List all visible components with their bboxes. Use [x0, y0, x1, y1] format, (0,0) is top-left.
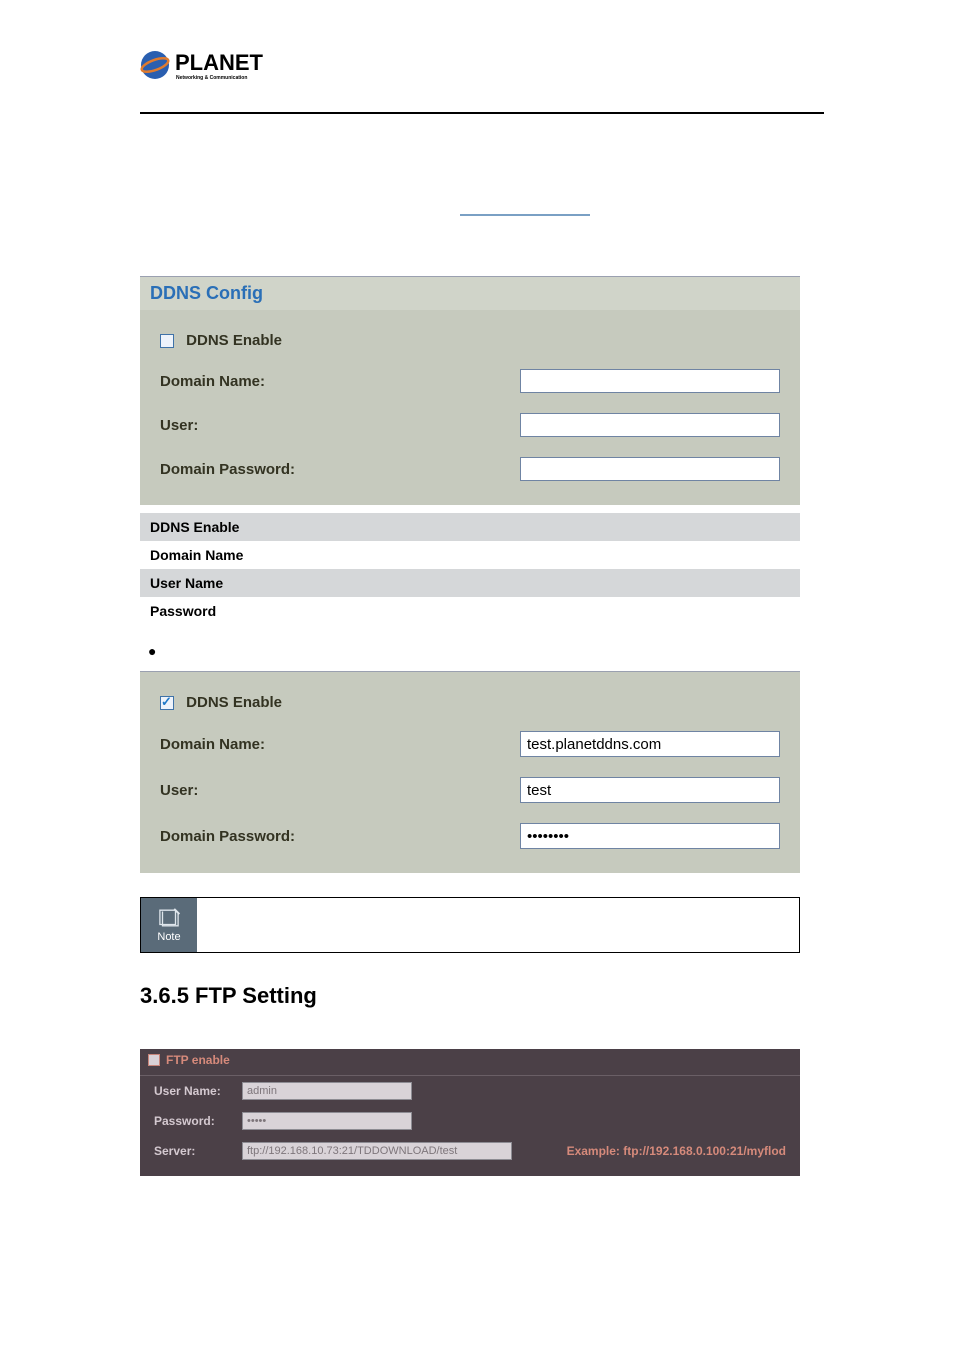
divider-top	[140, 112, 824, 114]
ddns-config-title: DDNS Config	[140, 276, 800, 310]
brand-logo: PLANET Networking & Communication	[140, 40, 824, 90]
ftp-server-input[interactable]	[242, 1142, 512, 1160]
note-label: Note	[157, 931, 180, 943]
domain-name-label-2: Domain Name:	[160, 736, 265, 753]
domain-name-input-2[interactable]	[520, 731, 780, 757]
domain-password-input[interactable]	[520, 457, 780, 481]
user-label: User:	[160, 417, 198, 434]
bullet-point: ●	[148, 643, 824, 659]
ftp-password-input[interactable]	[242, 1112, 412, 1130]
domain-name-label: Domain Name:	[160, 373, 265, 390]
ftp-user-label: User Name:	[154, 1084, 224, 1098]
ftp-user-input[interactable]	[242, 1082, 412, 1100]
ddns-enable-checkbox[interactable]	[160, 334, 174, 348]
domain-password-input-2[interactable]	[520, 823, 780, 849]
svg-text:Networking & Communication: Networking & Communication	[176, 75, 247, 81]
ddns-config-panel: DDNS Config DDNS Enable Domain Name: Use…	[140, 276, 800, 505]
ftp-enable-label: FTP enable	[166, 1053, 230, 1067]
ftp-example-text: Example: ftp://192.168.0.100:21/myflod	[567, 1144, 786, 1158]
user-input-2[interactable]	[520, 777, 780, 803]
ddns-enable-label: DDNS Enable	[186, 332, 282, 349]
ddns-description-table: DDNS Enable Domain Name User Name Passwo…	[140, 513, 800, 625]
desc-ddns-enable: DDNS Enable	[140, 513, 800, 541]
ddns-example-panel: DDNS Enable Domain Name: User: Domain Pa…	[140, 671, 800, 873]
desc-password: Password	[140, 597, 800, 625]
ftp-password-label: Password:	[154, 1114, 224, 1128]
ftp-enable-checkbox[interactable]	[148, 1054, 160, 1066]
note-box: Note	[140, 897, 800, 953]
ftp-panel: FTP enable User Name: Password: Server: …	[140, 1049, 800, 1176]
note-icon: Note	[141, 898, 197, 952]
user-label-2: User:	[160, 782, 198, 799]
domain-password-label-2: Domain Password:	[160, 828, 295, 845]
user-input[interactable]	[520, 413, 780, 437]
ddns-enable-checkbox-checked[interactable]	[160, 696, 174, 710]
ftp-server-label: Server:	[154, 1144, 224, 1158]
svg-text:PLANET: PLANET	[175, 50, 264, 75]
desc-domain-name: Domain Name	[140, 541, 800, 569]
ddns-enable-label-2: DDNS Enable	[186, 694, 282, 711]
domain-name-input[interactable]	[520, 369, 780, 393]
divider-short	[460, 214, 590, 216]
heading-ftp-setting: 3.6.5 FTP Setting	[140, 983, 824, 1009]
desc-user-name: User Name	[140, 569, 800, 597]
domain-password-label: Domain Password:	[160, 461, 295, 478]
